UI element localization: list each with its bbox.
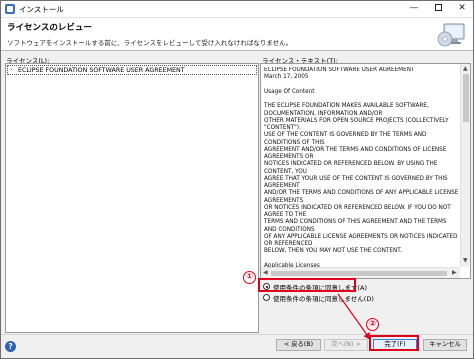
scroll-left-icon[interactable]: ◀ (263, 269, 268, 276)
horizontal-scrollbar[interactable]: ◀ ▶ (261, 267, 460, 278)
scroll-up-icon[interactable]: ▲ (463, 65, 468, 72)
expand-arrow-icon[interactable]: › (10, 66, 12, 73)
cancel-button[interactable]: キャンセル (423, 339, 467, 351)
maximize-button[interactable] (427, 1, 449, 17)
scroll-down-icon[interactable]: ▼ (463, 257, 468, 264)
window-title: インストール (19, 5, 64, 14)
help-icon[interactable]: ? (5, 341, 16, 352)
licenses-list[interactable]: › ECLIPSE FOUNDATION SOFTWARE USER AGREE… (5, 63, 259, 333)
install-cd-monitor-icon (437, 23, 465, 47)
header-banner: ライセンスのレビュー ソフトウェアをインストールする前に、ライセンスをレビューし… (1, 18, 473, 51)
maximize-icon (434, 4, 442, 11)
page-title: ライセンスのレビュー (7, 23, 92, 33)
list-item-label: ECLIPSE FOUNDATION SOFTWARE USER AGREEME… (18, 67, 185, 74)
finish-highlight-box (369, 335, 419, 351)
install-dialog: インストール — ✕ ライセンスのレビュー ソフトウェアをインストールする前に、… (0, 0, 474, 359)
accept-highlight-box (258, 278, 356, 292)
license-text-area[interactable]: ECLIPSE FOUNDATION SOFTWARE USER AGREEME… (260, 63, 471, 279)
minimize-button[interactable]: — (403, 1, 425, 17)
page-description: ソフトウェアをインストールする前に、ライセンスをレビューして受け入れなければなり… (7, 39, 293, 47)
back-button[interactable]: < 戻る(B) (276, 339, 321, 351)
license-text-body: ECLIPSE FOUNDATION SOFTWARE USER AGREEME… (264, 67, 459, 269)
next-button[interactable]: 次へ(N) > (324, 339, 368, 351)
decline-radio[interactable] (263, 294, 270, 301)
decline-radio-label[interactable]: 使用条件の条項に同意しません(D) (273, 293, 374, 303)
vertical-scroll-thumb[interactable] (463, 74, 469, 122)
scroll-right-icon[interactable]: ▶ (452, 269, 457, 276)
step-1-badge: ① (243, 271, 256, 284)
list-item[interactable]: › ECLIPSE FOUNDATION SOFTWARE USER AGREE… (7, 65, 257, 75)
step-2-badge: ② (366, 318, 379, 331)
eclipse-app-icon (5, 4, 15, 14)
title-bar: インストール — ✕ (1, 1, 473, 18)
close-button[interactable]: ✕ (451, 1, 473, 17)
vertical-scrollbar[interactable]: ▲ ▼ (460, 64, 470, 267)
horizontal-scroll-thumb[interactable] (271, 271, 447, 276)
